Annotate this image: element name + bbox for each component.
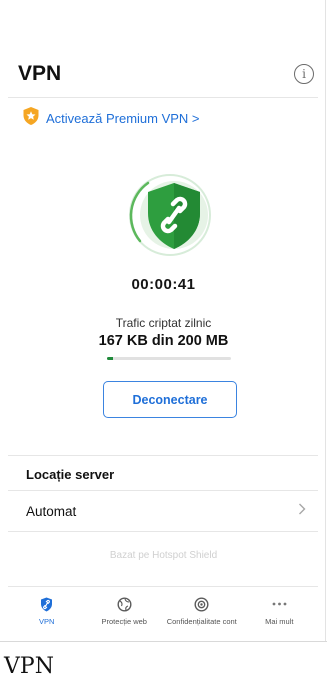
location-divider-bottom — [8, 531, 318, 532]
server-location-value: Automat — [26, 503, 77, 519]
powered-by-note: Bazat pe Hotspot Shield — [109, 550, 218, 561]
tabbar-divider — [8, 586, 318, 587]
premium-shield-star-icon — [22, 106, 40, 131]
account-privacy-icon — [194, 596, 210, 612]
more-dots-icon — [271, 596, 287, 612]
traffic-progress-bar — [107, 357, 231, 360]
tab-more[interactable]: Mai mult — [241, 596, 319, 626]
traffic-value: 167 KB din 200 MB — [98, 333, 229, 349]
header-divider — [8, 97, 318, 98]
tab-label-vpn: VPN — [39, 617, 55, 626]
frame-bottom-line — [0, 641, 327, 642]
header: VPN i — [18, 60, 314, 92]
traffic-progress-fill — [107, 357, 114, 360]
caption: VPN — [4, 654, 54, 679]
tab-account-privacy[interactable]: Confidențialitate cont — [163, 596, 241, 626]
tab-web-protection[interactable]: Protecție web — [86, 596, 164, 626]
server-location-row[interactable]: Automat — [8, 491, 318, 531]
premium-label: Activează Premium VPN > — [46, 110, 200, 126]
info-icon[interactable]: i — [294, 64, 314, 84]
connected-shield-icon — [118, 173, 213, 258]
tab-label-web-protection: Protecție web — [101, 617, 147, 626]
traffic-label: Trafic criptat zilnic — [115, 316, 212, 330]
connection-timer: 00:00:41 — [131, 276, 196, 293]
tab-vpn[interactable]: VPN — [8, 596, 86, 626]
vpn-shield-icon — [39, 596, 55, 612]
chevron-right-icon — [298, 502, 306, 520]
tab-label-more: Mai mult — [265, 617, 294, 626]
page-title: VPN — [18, 62, 62, 85]
bottom-tab-bar: VPN Protecție web Confidențialitate cont — [8, 588, 318, 636]
server-location-title: Locație server — [26, 467, 115, 482]
section-divider — [8, 455, 318, 456]
web-protection-icon — [116, 596, 132, 612]
disconnect-button[interactable]: Deconectare — [103, 381, 237, 418]
premium-link[interactable]: Activează Premium VPN > — [22, 106, 200, 131]
tab-label-account-privacy: Confidențialitate cont — [166, 617, 237, 626]
